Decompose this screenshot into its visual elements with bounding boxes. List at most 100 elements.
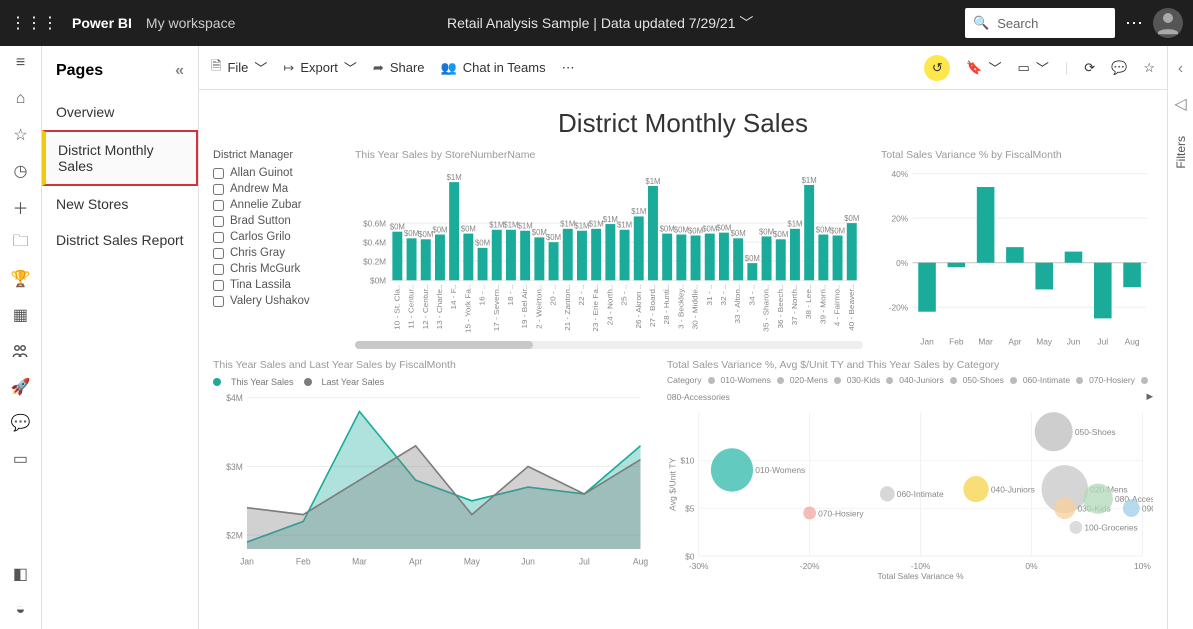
goals-icon[interactable]: 🏆 [11,270,29,288]
app-launcher-icon[interactable]: ⋮⋮⋮ [10,13,58,33]
chevron-down-icon: ﹀ [1036,58,1049,77]
bookmark-menu[interactable]: 🔖﹀ [966,58,1001,77]
bar-chart-scrollbar[interactable] [355,341,863,349]
filters-label[interactable]: Filters [1174,136,1188,169]
dm-checkbox[interactable] [213,264,224,275]
svg-text:13 - Charle..: 13 - Charle.. [435,285,444,330]
svg-text:$0M: $0M [461,224,476,233]
dm-checkbox[interactable] [213,248,224,259]
page-item[interactable]: District Sales Report [42,222,198,258]
toolbar-more-icon[interactable]: ⋯ [562,60,575,76]
sales-bubble-chart[interactable]: Total Sales Variance %, Avg $/Unit TY an… [667,359,1153,569]
dm-checkbox[interactable] [213,280,224,291]
dm-slicer-item[interactable]: Valery Ushakov [213,293,337,309]
dm-slicer-item[interactable]: Andrew Ma [213,181,337,197]
dm-slicer-item[interactable]: Annelie Zubar [213,197,337,213]
file-menu[interactable]: 🗎 File ﹀ [211,57,267,79]
svg-text:$0M: $0M [716,223,731,232]
svg-text:$0M: $0M [660,224,675,233]
svg-text:-10%: -10% [911,561,931,571]
svg-text:100-Groceries: 100-Groceries [1084,523,1137,533]
dm-slicer-item[interactable]: Chris Gray [213,245,337,261]
variance-bar-chart[interactable]: Total Sales Variance % by FiscalMonth -2… [881,149,1153,349]
page-item[interactable]: Overview [42,94,198,130]
favorites-icon[interactable]: ☆ [11,126,29,144]
filters-rail: ‹ ◁ Filters [1167,46,1193,629]
svg-text:$1M: $1M [802,176,817,185]
svg-text:$0.4M: $0.4M [363,237,386,247]
svg-text:33 - Alton..: 33 - Alton.. [733,285,742,324]
svg-text:$3M: $3M [226,462,243,472]
dm-checkbox[interactable] [213,184,224,195]
chat-in-teams-button[interactable]: 👥 Chat in Teams [441,60,546,76]
svg-text:$0M: $0M [404,229,419,238]
svg-text:$0M: $0M [745,254,760,263]
report-header-title[interactable]: Retail Analysis Sample | Data updated 7/… [249,13,951,33]
shared-icon[interactable] [11,342,29,360]
chevron-down-icon: ﹀ [344,58,357,77]
hamburger-icon[interactable]: ≡ [11,54,29,72]
dm-slicer-item[interactable]: Brad Sutton [213,213,337,229]
view-menu[interactable]: ▭﹀ [1018,58,1049,77]
collapse-pages-icon[interactable]: « [175,62,184,80]
export-menu[interactable]: ↦ Export ﹀ [283,58,357,77]
book-icon[interactable]: ▭ [11,450,29,468]
chat-icon[interactable]: 💬 [11,414,29,432]
datasets-icon[interactable]: 🗀 [11,234,29,252]
svg-text:Jan: Jan [920,337,934,347]
svg-text:40 - Beaver..: 40 - Beaver.. [847,285,856,331]
filters-icon[interactable]: ◁ [1174,94,1186,114]
svg-text:$2M: $2M [226,530,243,540]
sales-area-chart[interactable]: This Year Sales and Last Year Sales by F… [213,359,649,569]
more-menu-icon[interactable]: ⋯ [1125,13,1143,34]
this-year-sales-bar-chart[interactable]: This Year Sales by StoreNumberName $0M$0… [355,149,863,349]
svg-text:$0.6M: $0.6M [363,218,386,228]
dm-slicer-item[interactable]: Allan Guinot [213,165,337,181]
svg-text:12 - Centur..: 12 - Centur.. [421,285,430,330]
my-workspace-icon[interactable]: ◒ [11,601,29,619]
dm-checkbox[interactable] [213,232,224,243]
dm-checkbox[interactable] [213,168,224,179]
dm-checkbox[interactable] [213,200,224,211]
workspaces-icon[interactable]: ◧ [11,565,29,583]
refresh-button[interactable]: ⟳ [1084,60,1095,76]
svg-text:$1M: $1M [574,221,589,230]
svg-text:Avg $/Unit TY: Avg $/Unit TY [668,457,678,511]
chevron-down-icon: ﹀ [254,58,267,77]
dm-slicer-item[interactable]: Tina Lassila [213,277,337,293]
user-avatar[interactable] [1153,8,1183,38]
svg-text:22 - ..: 22 - .. [577,285,586,306]
favorite-button[interactable]: ☆ [1143,60,1155,76]
svg-text:060-Intimate: 060-Intimate [897,489,944,499]
reset-button[interactable]: ↺ [924,55,950,81]
expand-filters-icon[interactable]: ‹ [1178,60,1183,78]
create-icon[interactable]: ＋ [11,198,29,216]
file-icon: 🗎 [211,57,221,79]
svg-text:Total Sales Variance %: Total Sales Variance % [877,571,964,580]
svg-text:27 - Board..: 27 - Board.. [648,285,657,328]
svg-text:$0M: $0M [702,224,717,233]
report-title: District Monthly Sales [199,90,1167,145]
svg-text:31 - ..: 31 - .. [705,285,714,306]
dm-slicer-item[interactable]: Chris McGurk [213,261,337,277]
dm-checkbox[interactable] [213,216,224,227]
dm-checkbox[interactable] [213,296,224,307]
svg-text:$0M: $0M [688,226,703,235]
comment-button[interactable]: 💬 [1111,60,1127,76]
svg-text:-30%: -30% [689,561,709,571]
page-item[interactable]: New Stores [42,186,198,222]
learn-icon[interactable]: 🚀 [11,378,29,396]
home-icon[interactable]: ⌂ [11,90,29,108]
search-input[interactable]: 🔍 Search [965,8,1115,38]
svg-text:$1M: $1M [617,220,632,229]
legend-scroll-right-icon[interactable]: ▶ [1146,391,1153,402]
workspace-name[interactable]: My workspace [146,15,235,31]
dm-slicer-item[interactable]: Carlos Grilo [213,229,337,245]
apps-icon[interactable]: ▦ [11,306,29,324]
page-item[interactable]: District Monthly Sales [42,130,198,186]
svg-text:$0M: $0M [773,230,788,239]
share-button[interactable]: ➦ Share [373,60,425,76]
recent-icon[interactable]: ◷ [11,162,29,180]
svg-text:$0M: $0M [844,214,859,223]
svg-text:4 - Fairmo..: 4 - Fairmo.. [833,285,842,327]
